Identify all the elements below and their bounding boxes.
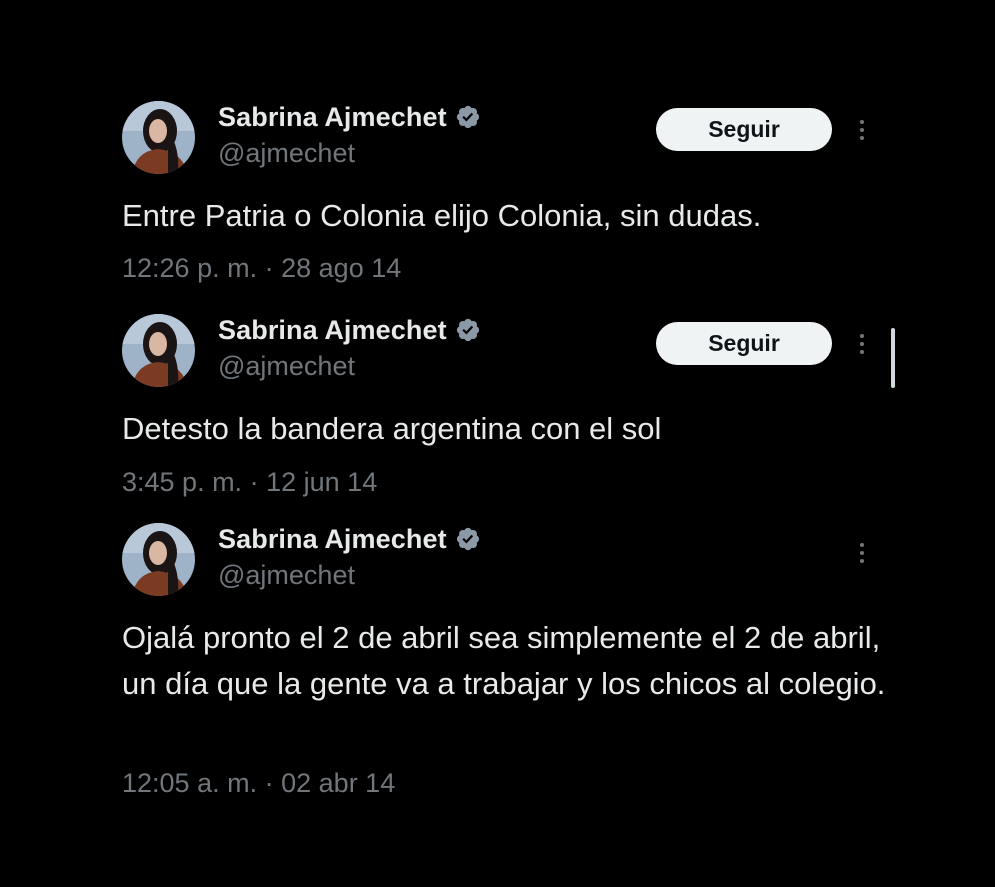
author-handle[interactable]: @ajmechet xyxy=(218,138,355,169)
follow-button[interactable]: Seguir xyxy=(656,322,832,365)
tweet-time: 12:05 a. m. xyxy=(122,768,258,798)
avatar[interactable] xyxy=(122,314,195,387)
tweet-date: 28 ago 14 xyxy=(281,253,402,283)
author-name[interactable]: Sabrina Ajmechet xyxy=(218,315,447,346)
author-handle[interactable]: @ajmechet xyxy=(218,351,355,382)
follow-button[interactable]: Seguir xyxy=(656,108,832,151)
author-row: Sabrina Ajmechet xyxy=(218,313,481,347)
author-handle[interactable]: @ajmechet xyxy=(218,560,355,591)
tweet-time: 12:26 p. m. xyxy=(122,253,258,283)
tweet-time: 3:45 p. m. xyxy=(122,467,243,497)
more-options-icon[interactable] xyxy=(852,327,872,361)
scrollbar[interactable] xyxy=(891,328,895,388)
tweet-timestamp[interactable]: 12:05 a. m. · 02 abr 14 xyxy=(122,768,395,799)
meta-separator: · xyxy=(264,253,274,283)
author-row: Sabrina Ajmechet xyxy=(218,522,481,556)
verified-badge-icon xyxy=(455,317,481,343)
tweet-text: Detesto la bandera argentina con el sol xyxy=(122,411,662,446)
avatar-photo xyxy=(122,314,195,387)
avatar[interactable] xyxy=(122,101,195,174)
more-options-icon[interactable] xyxy=(852,113,872,147)
tweet-text: Ojalá pronto el 2 de abril sea simplemen… xyxy=(122,620,886,701)
verified-badge-icon xyxy=(455,526,481,552)
meta-separator: · xyxy=(249,467,259,497)
tweet-timestamp[interactable]: 12:26 p. m. · 28 ago 14 xyxy=(122,253,401,284)
avatar-photo xyxy=(122,101,195,174)
author-name[interactable]: Sabrina Ajmechet xyxy=(218,524,447,555)
avatar[interactable] xyxy=(122,523,195,596)
author-row: Sabrina Ajmechet xyxy=(218,100,481,134)
tweet-text: Entre Patria o Colonia elijo Colonia, si… xyxy=(122,198,762,233)
more-options-icon[interactable] xyxy=(852,536,872,570)
tweet-date: 02 abr 14 xyxy=(281,768,396,798)
avatar-photo xyxy=(122,523,195,596)
verified-badge-icon xyxy=(455,104,481,130)
tweet-date: 12 jun 14 xyxy=(266,467,378,497)
author-name[interactable]: Sabrina Ajmechet xyxy=(218,102,447,133)
meta-separator: · xyxy=(264,768,274,798)
tweet-timestamp[interactable]: 3:45 p. m. · 12 jun 14 xyxy=(122,467,377,498)
